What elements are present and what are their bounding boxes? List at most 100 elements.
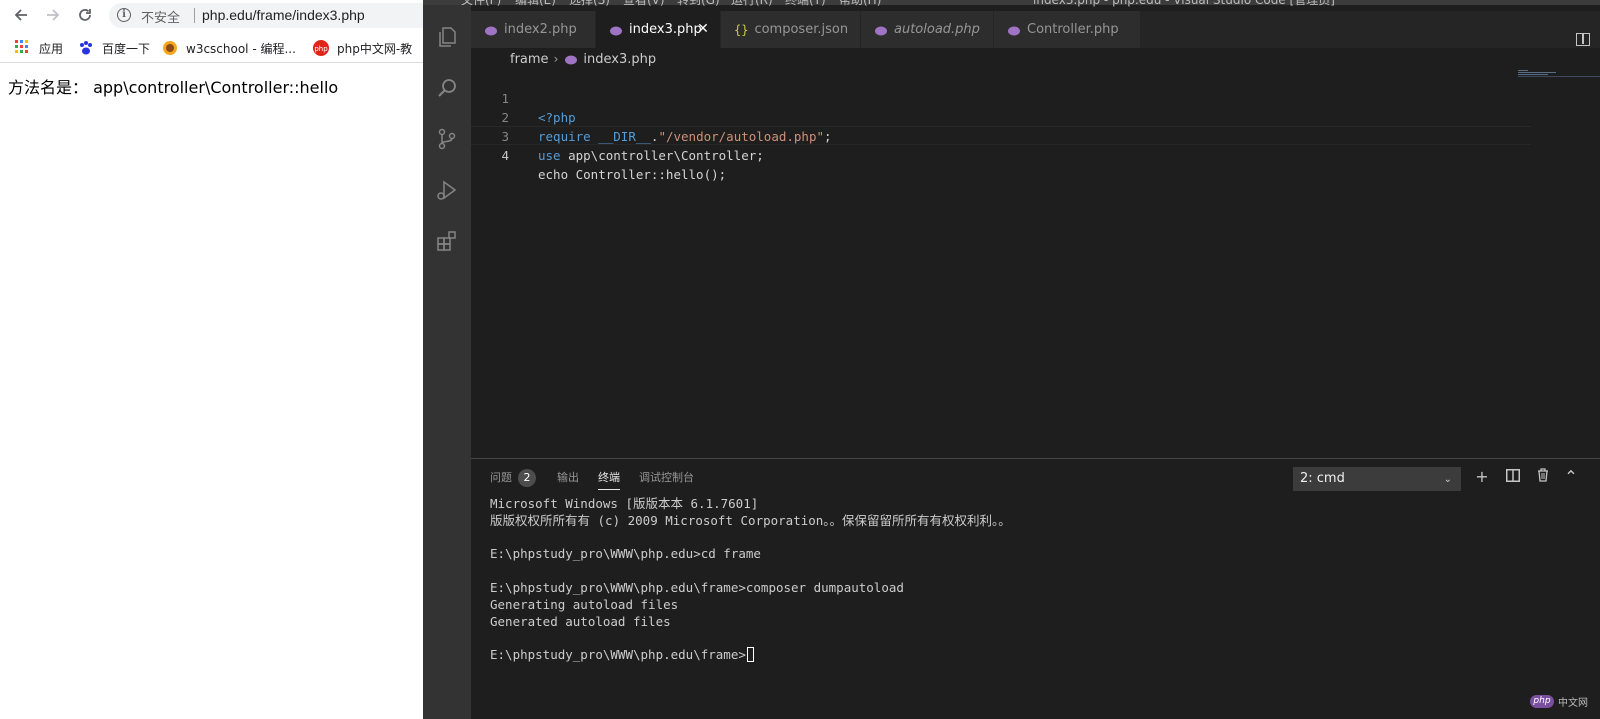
- code-line: 1 <?php: [471, 70, 1531, 125]
- tab-problems[interactable]: 问题 2: [490, 469, 536, 487]
- forward-button[interactable]: [42, 4, 64, 26]
- maximize-panel-button[interactable]: ⌃: [1562, 468, 1580, 486]
- terminal-select[interactable]: 2: cmd ⌄: [1293, 467, 1461, 491]
- breadcrumb-file[interactable]: index3.php: [583, 52, 656, 67]
- bookmark-w3cschool[interactable]: w3cschool - 编程...: [162, 39, 296, 57]
- page-output-text: 方法名是： app\controller\Controller::hello: [8, 78, 339, 97]
- tab-label: index3.php: [629, 22, 702, 37]
- json-braces-icon: {}: [734, 22, 749, 37]
- terminal-output[interactable]: Microsoft Windows [版版本本 6.1.7601] 版版权权所所…: [490, 496, 1011, 664]
- watermark: php 中文网: [1530, 694, 1588, 709]
- code-text: use app\controller\Controller;: [538, 148, 764, 163]
- menu-help[interactable]: 帮助(H): [839, 0, 881, 8]
- bookmark-label: 百度一下: [102, 41, 151, 56]
- breadcrumb-folder[interactable]: frame: [510, 52, 549, 67]
- code-line: 3 use app\controller\Controller;: [471, 108, 1531, 163]
- w3cschool-icon: [162, 40, 178, 56]
- bottom-panel: 问题 2 输出 终端 调试控制台 2: cmd ⌄ + ⌃ Microsoft W…: [471, 458, 1600, 719]
- tab-autoload[interactable]: autoload.php: [861, 11, 994, 48]
- problems-count-badge: 2: [518, 469, 536, 487]
- back-button[interactable]: [10, 4, 32, 26]
- files-explorer-icon[interactable]: [435, 25, 459, 49]
- tab-label: Controller.php: [1027, 22, 1119, 37]
- reload-button[interactable]: [74, 4, 96, 26]
- php-elephant-icon: [484, 25, 498, 35]
- bookmark-php-cn[interactable]: php php中文网-教: [313, 39, 412, 57]
- minimap[interactable]: [1518, 70, 1600, 78]
- watermark-text: 中文网: [1558, 698, 1588, 709]
- window-title: index3.php - php.edu - Visual Studio Cod…: [1033, 0, 1335, 7]
- terminal-line: E:\phpstudy_pro\WWW\php.edu>cd frame: [490, 546, 761, 562]
- editor-tab-bar: index2.php index3.php ✕ {} composer.json…: [471, 11, 1600, 48]
- extensions-icon[interactable]: [435, 229, 459, 253]
- menu-run[interactable]: 运行(R): [731, 0, 773, 8]
- tab-label: autoload.php: [894, 22, 980, 37]
- code-line-current: 4 echo Controller::hello();: [471, 126, 1531, 182]
- tab-composer-json[interactable]: {} composer.json: [721, 11, 861, 48]
- info-icon[interactable]: i: [117, 8, 131, 22]
- bookmark-label: 应用: [39, 41, 64, 56]
- bookmark-label: w3cschool - 编程...: [186, 41, 296, 56]
- tab-label: composer.json: [754, 22, 849, 37]
- svg-text:php: php: [314, 45, 328, 53]
- new-terminal-button[interactable]: +: [1473, 468, 1491, 486]
- tab-index3[interactable]: index3.php ✕: [596, 11, 721, 48]
- terminal-line: 版版权权所所有有 (c) 2009 Microsoft Corporation。…: [490, 512, 1011, 528]
- line-number: 4: [501, 148, 509, 163]
- tab-controller[interactable]: Controller.php: [994, 11, 1141, 48]
- url-text[interactable]: php.edu/frame/index3.php: [202, 7, 365, 23]
- address-divider: [194, 8, 195, 23]
- bookmark-label: php中文网-教: [337, 41, 413, 56]
- php-cn-icon: php: [313, 40, 329, 56]
- bookmark-baidu[interactable]: 百度一下: [78, 39, 150, 57]
- vscode-window: 文件(F) 编辑(E) 选择(S) 查看(V) 转到(G) 运行(R) 终端(T…: [423, 0, 1600, 719]
- terminal-prompt-line: E:\phpstudy_pro\WWW\php.edu\frame>: [490, 647, 1011, 664]
- terminal-line: Generating autoload files: [490, 596, 679, 612]
- trash-icon: [1538, 468, 1548, 482]
- plus-icon: +: [1475, 467, 1489, 486]
- menu-view[interactable]: 查看(V): [623, 0, 665, 8]
- kill-terminal-button[interactable]: [1534, 468, 1552, 486]
- tab-problems-label: 问题: [490, 471, 512, 484]
- search-icon[interactable]: [435, 76, 459, 100]
- bookmark-apps[interactable]: 应用: [15, 39, 63, 57]
- split-icon: [1506, 469, 1520, 482]
- baidu-paw-icon: [78, 40, 94, 56]
- menu-selection[interactable]: 选择(S): [569, 0, 610, 8]
- code-editor[interactable]: 1 <?php 2 require __DIR__."/vendor/autol…: [471, 70, 1600, 458]
- source-control-icon[interactable]: [435, 127, 459, 151]
- tab-index2[interactable]: index2.php: [471, 11, 596, 48]
- tab-terminal[interactable]: 终端: [598, 469, 620, 490]
- chevron-down-icon: ⌄: [1443, 474, 1452, 485]
- activity-bar: [423, 5, 471, 719]
- arrow-left-icon: [14, 9, 27, 21]
- terminal-prompt: E:\phpstudy_pro\WWW\php.edu\frame>: [490, 647, 746, 663]
- menu-terminal[interactable]: 终端(T): [785, 0, 826, 8]
- browser-window: i 不安全 php.edu/frame/index3.php 应用 百度一下 w…: [0, 0, 423, 719]
- tab-debug-console[interactable]: 调试控制台: [639, 469, 694, 485]
- split-editor-icon[interactable]: [1576, 33, 1590, 46]
- vscode-menubar: 文件(F) 编辑(E) 选择(S) 查看(V) 转到(G) 运行(R) 终端(T…: [423, 0, 1600, 8]
- menu-edit[interactable]: 编辑(E): [515, 0, 556, 8]
- run-debug-icon[interactable]: [435, 178, 459, 202]
- terminal-line: E:\phpstudy_pro\WWW\php.edu\frame>compos…: [490, 579, 904, 595]
- terminal-line: Generated autoload files: [490, 613, 671, 629]
- php-elephant-icon: [1007, 25, 1021, 35]
- breadcrumb: frame › index3.php: [471, 48, 1600, 70]
- bookmarks-bar: 应用 百度一下 w3cschool - 编程... php php中文网-教: [0, 33, 423, 63]
- close-icon[interactable]: ✕: [695, 21, 711, 37]
- terminal-cursor: [746, 647, 754, 663]
- menu-go[interactable]: 转到(G): [677, 0, 720, 8]
- code-keyword-use: use: [538, 148, 561, 163]
- tab-label: index2.php: [504, 22, 577, 37]
- tab-output[interactable]: 输出: [557, 469, 579, 485]
- split-terminal-button[interactable]: [1504, 468, 1522, 486]
- apps-grid-icon: [15, 40, 31, 56]
- arrow-right-icon: [47, 9, 60, 21]
- php-elephant-icon: [874, 25, 888, 35]
- address-bar[interactable]: i 不安全 php.edu/frame/index3.php: [109, 3, 423, 28]
- code-line: 2 require __DIR__."/vendor/autoload.php"…: [471, 89, 1531, 144]
